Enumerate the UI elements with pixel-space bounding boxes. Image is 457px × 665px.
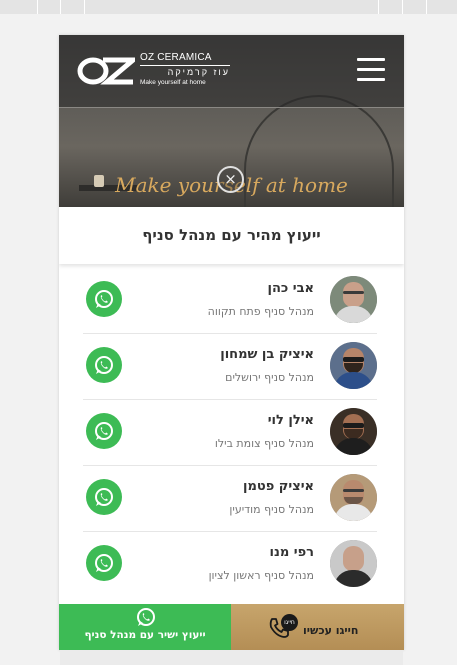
brand-name-en: OZ CERAMICA <box>140 52 212 63</box>
hamburger-icon[interactable] <box>357 58 385 82</box>
whatsapp-icon[interactable] <box>86 479 122 515</box>
brand-name-he: עוז קרמיקה <box>140 65 230 77</box>
contact-name: אילן לוי <box>267 413 314 428</box>
contact-name: איציק בן שמחון <box>220 347 314 362</box>
call-now-button[interactable]: חייגו חייגו עכשיו <box>231 604 404 650</box>
avatar <box>330 276 377 323</box>
contact-role: מנהל סניף ירושלים <box>225 371 314 384</box>
panel-title: ייעוץ מהיר עם מנהל סניף <box>59 207 404 264</box>
contact-role: מנהל סניף צומת בילו <box>214 437 314 450</box>
hero-banner: OZ CERAMICA עוז קרמיקה Make yourself at … <box>59 35 404 207</box>
close-icon[interactable]: × <box>217 166 244 193</box>
brand-text: OZ CERAMICA עוז קרמיקה Make yourself at … <box>140 53 230 87</box>
contact-role: מנהל סניף ראשון לציון <box>208 569 314 582</box>
contact-item[interactable]: אבי כהן מנהל סניף פתח תקווה <box>83 267 377 333</box>
contact-name: רפי מנו <box>269 545 315 560</box>
oz-logo-mark <box>77 57 135 85</box>
whatsapp-consult-button[interactable]: ייעוץ ישיר עם מנהל סניף <box>59 604 231 650</box>
avatar <box>330 540 377 587</box>
contact-item[interactable]: איציק בן שמחון מנהל סניף ירושלים <box>83 333 377 399</box>
call-now-label: חייגו עכשיו <box>303 624 359 637</box>
whatsapp-consult-label: ייעוץ ישיר עם מנהל סניף <box>84 629 206 641</box>
contact-name: איציק פטמן <box>243 479 314 494</box>
strip-divider <box>426 0 427 14</box>
contact-name: אבי כהן <box>267 281 314 296</box>
strip-divider <box>378 0 379 14</box>
contact-item[interactable]: אילן לוי מנהל סניף צומת בילו <box>83 399 377 465</box>
mobile-page: OZ CERAMICA עוז קרמיקה Make yourself at … <box>59 35 404 650</box>
strip-divider <box>60 0 61 14</box>
whatsapp-icon <box>137 608 155 626</box>
strip-divider <box>402 0 403 14</box>
header-divider <box>59 107 404 108</box>
whatsapp-icon[interactable] <box>86 413 122 449</box>
contact-item[interactable]: איציק פטמן מנהל סניף מודיעין <box>83 465 377 531</box>
contact-role: מנהל סניף מודיעין <box>229 503 314 516</box>
brand-slogan: Make yourself at home <box>140 79 206 86</box>
avatar <box>330 342 377 389</box>
avatar <box>330 408 377 455</box>
whatsapp-icon[interactable] <box>86 347 122 383</box>
bottom-action-bar: ייעוץ ישיר עם מנהל סניף חייגו חייגו עכשי… <box>59 604 404 650</box>
strip-divider <box>37 0 38 14</box>
call-badge: חייגו <box>281 614 298 631</box>
avatar <box>330 474 377 521</box>
contact-item[interactable]: רפי מנו מנהל סניף ראשון לציון <box>83 531 377 597</box>
strip-divider <box>84 0 85 14</box>
browser-top-strip <box>0 0 457 14</box>
page-footer-strip <box>60 650 403 665</box>
whatsapp-icon[interactable] <box>86 281 122 317</box>
whatsapp-icon[interactable] <box>86 545 122 581</box>
contact-role: מנהל סניף פתח תקווה <box>207 305 314 318</box>
